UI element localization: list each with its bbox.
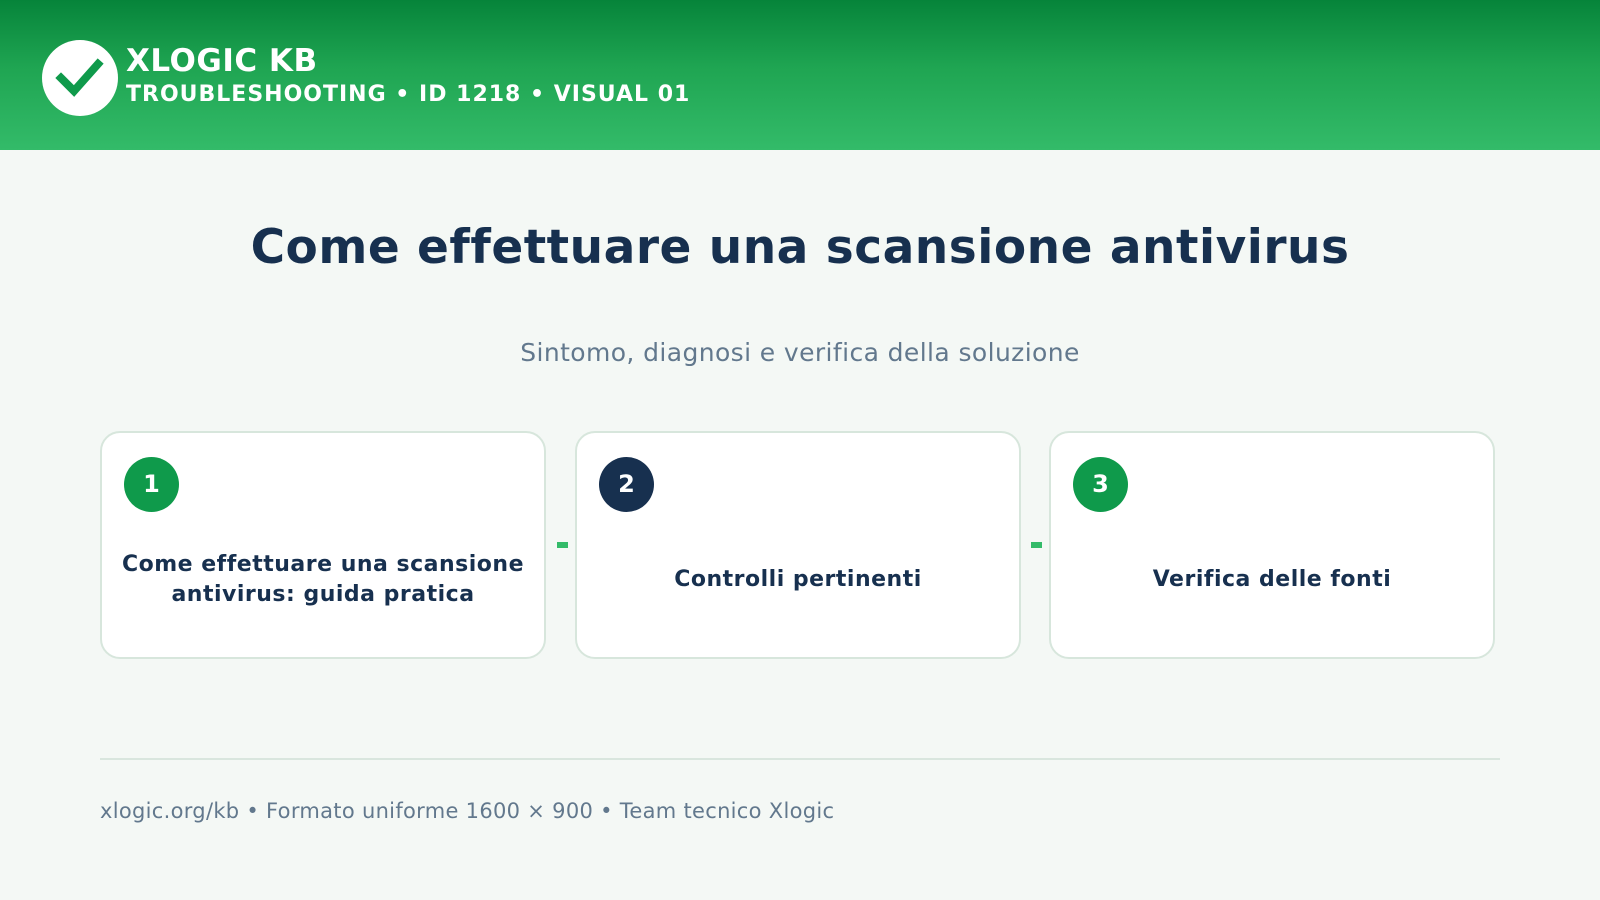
step-connector	[1031, 542, 1042, 548]
header-banner: XLOGIC KB TROUBLESHOOTING • ID 1218 • VI…	[0, 0, 1600, 150]
logo	[42, 40, 118, 116]
article-meta: TROUBLESHOOTING • ID 1218 • VISUAL 01	[126, 82, 691, 107]
brand-name: XLOGIC KB	[126, 43, 318, 79]
step-number-badge: 2	[599, 457, 654, 512]
step-card-1: 1 Come effettuare una scansione antiviru…	[100, 431, 546, 659]
step-number-badge: 3	[1073, 457, 1128, 512]
page-subtitle: Sintomo, diagnosi e verifica della soluz…	[520, 338, 1080, 367]
page-title: Come effettuare una scansione antivirus	[250, 220, 1350, 275]
step-card-2: 2 Controlli pertinenti	[575, 431, 1021, 659]
checkmark-icon	[55, 58, 104, 97]
step-card-3: 3 Verifica delle fonti	[1049, 431, 1495, 659]
step-number-badge: 1	[124, 457, 179, 512]
step-connector	[557, 542, 568, 548]
step-label: Come effettuare una scansione antivirus:…	[121, 552, 525, 607]
footer-divider	[100, 758, 1500, 760]
step-label: Controlli pertinenti	[674, 567, 922, 592]
step-label: Verifica delle fonti	[1152, 567, 1392, 592]
footer-text: xlogic.org/kb • Formato uniforme 1600 × …	[100, 799, 835, 823]
